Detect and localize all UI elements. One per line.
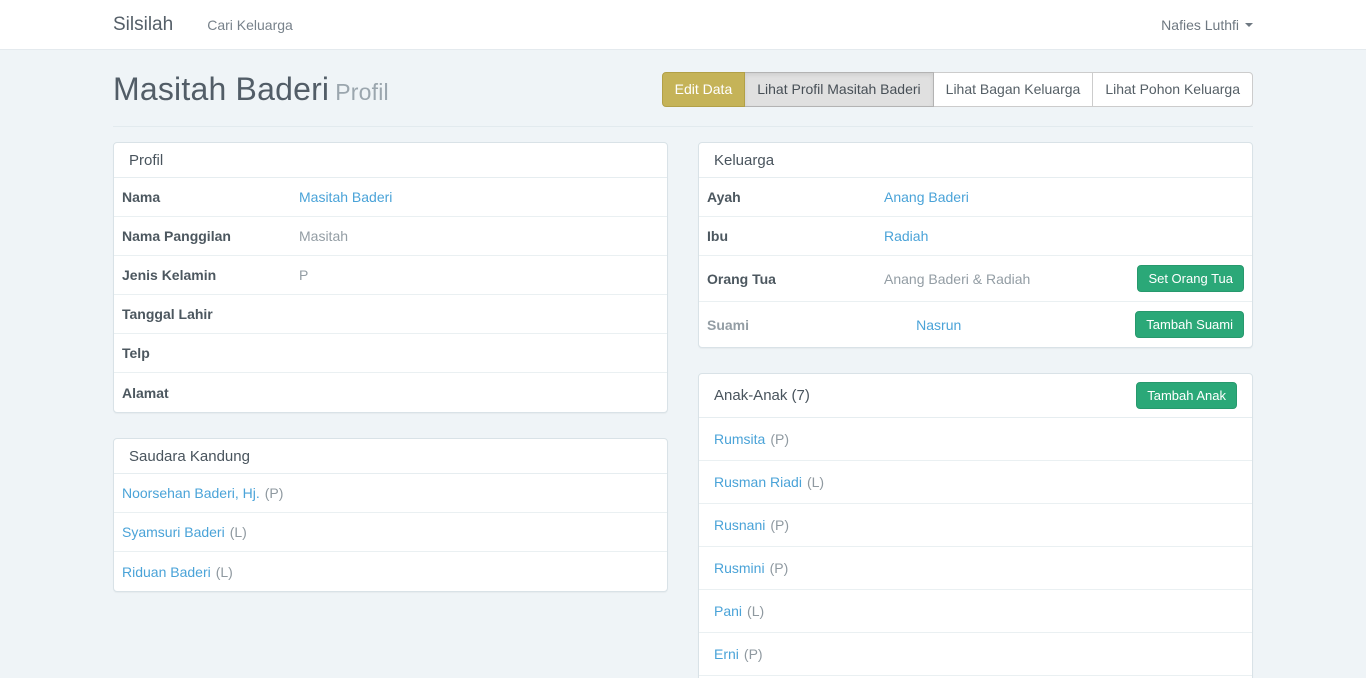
row-label: Ayah [707, 189, 884, 205]
row-label: Telp [122, 345, 299, 361]
table-row: Jenis Kelamin P [114, 256, 667, 295]
list-item: Pani (L) [699, 590, 1252, 633]
nav-item-cari-keluarga[interactable]: Cari Keluarga [207, 17, 293, 33]
page-subtitle: Profil [335, 79, 389, 105]
list-item: Rusmini (P) [699, 547, 1252, 590]
row-label: Alamat [122, 385, 299, 401]
page-header: Masitah BaderiProfil Edit Data Lihat Pro… [113, 71, 1253, 127]
panel-saudara-title: Saudara Kandung [129, 448, 250, 465]
list-item: Rusnani (P) [699, 504, 1252, 547]
table-row: Suami Nasrun Tambah Suami [699, 302, 1252, 347]
person-link[interactable]: Radiah [884, 228, 928, 244]
caret-down-icon [1245, 23, 1253, 27]
table-row: Nama Panggilan Masitah [114, 217, 667, 256]
panel-anak-heading: Anak-Anak (7) Tambah Anak [699, 374, 1252, 418]
person-link[interactable]: Masitah Baderi [299, 189, 392, 205]
person-link[interactable]: Noorsehan Baderi, Hj. [122, 485, 260, 501]
person-link[interactable]: Erni [714, 646, 739, 662]
person-link[interactable]: Rusman Riadi [714, 474, 802, 490]
panel-profil-title: Profil [129, 152, 163, 169]
person-gender: (P) [265, 485, 284, 501]
tambah-anak-button[interactable]: Tambah Anak [1136, 382, 1237, 409]
view-profile-button[interactable]: Lihat Profil Masitah Baderi [744, 72, 933, 107]
panel-keluarga-title: Keluarga [714, 152, 774, 169]
row-value: Anang Baderi & Radiah [884, 271, 1127, 287]
list-item: Rumsita (P) [699, 418, 1252, 461]
edit-data-button[interactable]: Edit Data [662, 72, 746, 107]
person-link[interactable]: Syamsuri Baderi [122, 524, 225, 540]
list-item: Riduan Baderi (L) [114, 552, 667, 591]
content: Profil Nama Masitah Baderi Nama Panggila… [113, 142, 1253, 678]
left-column: Profil Nama Masitah Baderi Nama Panggila… [113, 142, 668, 678]
person-link[interactable]: Nasrun [916, 317, 961, 333]
person-link[interactable]: Rusmini [714, 560, 765, 576]
person-link[interactable]: Rusnani [714, 517, 765, 533]
navbar: Silsilah Cari Keluarga Nafies Luthfi [0, 0, 1366, 50]
row-label: Nama [122, 189, 299, 205]
person-gender: (L) [230, 524, 247, 540]
view-bagan-button[interactable]: Lihat Bagan Keluarga [933, 72, 1094, 107]
table-row: Nama Masitah Baderi [114, 178, 667, 217]
table-row: Tanggal Lahir [114, 295, 667, 334]
navbar-brand[interactable]: Silsilah [113, 14, 173, 36]
table-row: Alamat [114, 373, 667, 412]
panel-profil-heading: Profil [114, 143, 667, 178]
view-toolbar: Edit Data Lihat Profil Masitah Baderi Li… [662, 72, 1253, 107]
set-orang-tua-button[interactable]: Set Orang Tua [1137, 265, 1244, 292]
panel-profil: Profil Nama Masitah Baderi Nama Panggila… [113, 142, 668, 413]
person-name-title: Masitah Baderi [113, 71, 329, 107]
person-gender: (P) [770, 517, 789, 533]
row-value: Masitah [299, 228, 659, 244]
person-link[interactable]: Rumsita [714, 431, 765, 447]
tambah-suami-button[interactable]: Tambah Suami [1135, 311, 1244, 338]
person-gender: (L) [807, 474, 824, 490]
panel-keluarga: Keluarga Ayah Anang Baderi Ibu Radiah Or… [698, 142, 1253, 348]
panel-saudara-kandung: Saudara Kandung Noorsehan Baderi, Hj. (P… [113, 438, 668, 592]
person-link[interactable]: Riduan Baderi [122, 564, 211, 580]
list-item: Syamsuri Baderi (L) [114, 513, 667, 552]
user-menu[interactable]: Nafies Luthfi [1161, 17, 1253, 33]
person-gender: (P) [770, 560, 789, 576]
person-link[interactable]: Anang Baderi [884, 189, 969, 205]
table-row: Ibu Radiah [699, 217, 1252, 256]
person-link[interactable]: Pani [714, 603, 742, 619]
table-row: Ayah Anang Baderi [699, 178, 1252, 217]
row-label: Suami [707, 317, 916, 333]
person-gender: (P) [744, 646, 763, 662]
page-title: Masitah BaderiProfil [113, 71, 389, 108]
person-gender: (P) [770, 431, 789, 447]
list-item: Rusman Riadi (L) [699, 461, 1252, 504]
user-menu-label: Nafies Luthfi [1161, 17, 1239, 33]
panel-keluarga-heading: Keluarga [699, 143, 1252, 178]
row-value: P [299, 267, 659, 283]
right-column: Keluarga Ayah Anang Baderi Ibu Radiah Or… [698, 142, 1253, 678]
row-label: Nama Panggilan [122, 228, 299, 244]
table-row: Orang Tua Anang Baderi & Radiah Set Oran… [699, 256, 1252, 302]
panel-saudara-heading: Saudara Kandung [114, 439, 667, 474]
list-item: Erni (P) [699, 633, 1252, 676]
view-pohon-button[interactable]: Lihat Pohon Keluarga [1092, 72, 1253, 107]
row-label: Jenis Kelamin [122, 267, 299, 283]
person-gender: (L) [747, 603, 764, 619]
person-gender: (L) [216, 564, 233, 580]
row-label: Ibu [707, 228, 884, 244]
row-label: Orang Tua [707, 271, 884, 287]
panel-anak-anak: Anak-Anak (7) Tambah Anak Rumsita (P) Ru… [698, 373, 1253, 678]
list-item: Noorsehan Baderi, Hj. (P) [114, 474, 667, 513]
table-row: Telp [114, 334, 667, 373]
panel-anak-title: Anak-Anak (7) [714, 387, 810, 404]
row-label: Tanggal Lahir [122, 306, 299, 322]
